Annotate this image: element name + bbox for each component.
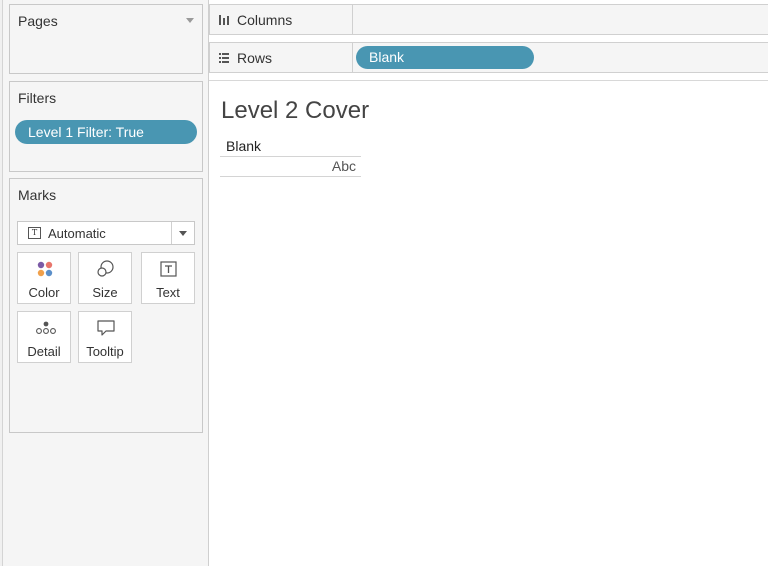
tooltip-button-label: Tooltip — [86, 344, 124, 359]
left-pane: Pages Filters Level 1 Filter: True Marks… — [3, 0, 209, 566]
mark-type-divider — [171, 222, 172, 244]
filter-pill-level-1[interactable]: Level 1 Filter: True — [15, 120, 197, 144]
pages-card: Pages — [9, 4, 203, 74]
rows-pill-blank[interactable]: Blank — [356, 46, 534, 69]
column-header-blank[interactable]: Blank — [226, 138, 261, 154]
row-divider — [220, 176, 361, 177]
size-button-label: Size — [92, 285, 118, 300]
filters-title: Filters — [18, 90, 57, 106]
columns-shelf[interactable]: Columns — [209, 4, 768, 35]
columns-shelf-label: Columns — [237, 12, 293, 28]
chevron-down-icon[interactable] — [179, 231, 187, 236]
mark-type-dropdown[interactable]: T Automatic — [17, 221, 195, 245]
size-button[interactable]: Size — [78, 252, 132, 304]
view-title[interactable]: Level 2 Cover — [221, 97, 369, 125]
rows-shelf-label: Rows — [237, 50, 273, 66]
marks-title: Marks — [18, 187, 57, 203]
color-button-label: Color — [28, 285, 60, 300]
text-button-label: Text — [156, 285, 180, 300]
detail-button[interactable]: Detail — [17, 311, 71, 363]
rows-shelf-label-area: Rows — [210, 43, 353, 72]
pages-dropdown-arrow-icon[interactable] — [186, 18, 194, 23]
color-dots-icon — [37, 261, 53, 277]
detail-button-label: Detail — [27, 344, 61, 359]
mark-type-label: Automatic — [48, 226, 106, 241]
filters-card: Filters Level 1 Filter: True — [9, 81, 203, 172]
columns-icon — [219, 15, 229, 25]
detail-dots-icon — [36, 321, 56, 334]
view-canvas: Level 2 Cover Blank Abc — [209, 80, 768, 566]
rows-shelf[interactable]: Rows Blank — [209, 42, 768, 73]
color-button[interactable]: Color — [17, 252, 71, 304]
columns-shelf-label-area: Columns — [210, 5, 353, 34]
rows-icon — [219, 53, 229, 63]
text-mark-icon: T — [28, 227, 41, 239]
pages-title: Pages — [18, 13, 58, 29]
table-cell[interactable]: Abc — [220, 158, 356, 174]
speech-bubble-icon — [97, 320, 115, 336]
text-button[interactable]: Text — [141, 252, 195, 304]
marks-card: Marks T Automatic Color Size Text Detail… — [9, 178, 203, 433]
tooltip-button[interactable]: Tooltip — [78, 311, 132, 363]
size-circles-icon — [97, 260, 114, 277]
text-t-icon — [160, 261, 177, 277]
header-divider — [220, 156, 361, 157]
